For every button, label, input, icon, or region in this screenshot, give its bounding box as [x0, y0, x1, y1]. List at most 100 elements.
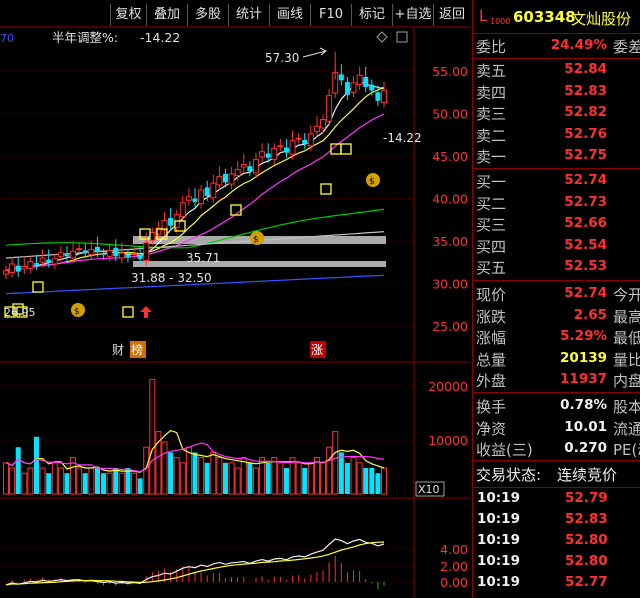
- volume-bar: [240, 457, 247, 495]
- statistics-button[interactable]: 统计: [228, 4, 269, 26]
- fundamental-label: 换手: [476, 398, 507, 416]
- volume-bar: [222, 462, 228, 494]
- overlay-button[interactable]: 叠加: [146, 4, 187, 26]
- bid-row: 买一 52.74: [473, 171, 640, 192]
- kline-chart[interactable]: 55.00 50.00 45.00 40.00 35.00 30.00 25.00 20000…: [0, 0, 470, 598]
- stat-label: 外盘: [476, 372, 507, 390]
- volume-bar: [234, 467, 241, 495]
- volume-bar: [27, 467, 34, 495]
- bid-price: 52.54: [564, 236, 607, 253]
- volume-bar: [307, 462, 314, 495]
- high-marker-arrow: [302, 47, 327, 58]
- ask-price: 52.76: [564, 125, 607, 142]
- candle-body: [185, 196, 192, 201]
- candle-body: [27, 260, 34, 269]
- stat-extra: 最低: [613, 329, 640, 347]
- back-button[interactable]: 返回: [433, 4, 470, 26]
- trade-status-label: 交易状态:: [476, 466, 542, 484]
- stat-label: 涨跌: [476, 307, 507, 326]
- stat-row: 涨幅 5.29% 最低: [473, 327, 640, 348]
- bid-price: 52.66: [564, 215, 607, 231]
- candle-body: [234, 169, 241, 177]
- candle-body: [375, 92, 381, 101]
- fundamental-row: 净资 10.01 流通: [473, 418, 640, 439]
- candle-body: [82, 250, 88, 253]
- signal-square: [320, 183, 332, 195]
- volume-bar: [252, 467, 259, 495]
- candle-body: [252, 158, 259, 174]
- mark-button[interactable]: 标记: [351, 4, 392, 26]
- fundamental-row: 换手 0.78% 股本: [473, 396, 640, 417]
- trade-status-value: 连续竞价: [557, 466, 618, 484]
- volume-bar: [228, 462, 235, 495]
- ask-label: 卖一: [476, 148, 507, 166]
- candle-body: [228, 173, 235, 185]
- quote-panel: L 1000 603348 文灿股份 委比 24.49% 委差 卖五 52.84 卖…: [472, 0, 640, 598]
- candle-body: [33, 263, 39, 265]
- money-bag-icon: $: [366, 173, 380, 187]
- event-tag-list[interactable]: 榜: [131, 342, 143, 357]
- tick-row: 10:19 52.79: [473, 490, 640, 510]
- signal-square: [122, 306, 134, 318]
- volume-bar: [161, 441, 168, 495]
- volume-bar: [15, 447, 21, 494]
- ask-row: 卖四 52.83: [473, 82, 640, 103]
- volume-unit: X10: [418, 483, 440, 496]
- y-axis-labels: 55.00 50.00 45.00 40.00 35.00 30.00 25.00 20000…: [428, 64, 468, 590]
- diamond-icon[interactable]: [376, 31, 388, 43]
- event-tag-finance[interactable]: 财: [112, 343, 124, 357]
- candle-body: [338, 74, 344, 81]
- indicator-label: 半年调整%:: [52, 30, 118, 45]
- candle-body: [88, 249, 95, 256]
- add-watchlist-button[interactable]: +自选: [392, 4, 433, 26]
- tick-row: 10:19 52.77: [473, 574, 640, 594]
- fundamental-row: 收益(三) 0.270 PE(动): [473, 439, 640, 460]
- candle-body: [363, 76, 369, 88]
- macd-indicator: [5, 538, 385, 590]
- candle-body: [131, 253, 138, 256]
- candle-body: [70, 250, 77, 259]
- stat-value: 52.74: [564, 285, 607, 301]
- stat-extra: 量比: [613, 350, 640, 369]
- grid-lines: [0, 70, 414, 583]
- stat-value: 20139: [560, 349, 607, 366]
- fundamental-label: 净资: [476, 419, 507, 438]
- candle-body: [381, 89, 387, 103]
- volume-bar: [173, 457, 180, 495]
- panel-header: L 1000 603348 文灿股份: [473, 0, 640, 34]
- trade-status-row: 交易状态: 连续竞价: [473, 464, 640, 485]
- volume-bar: [283, 468, 289, 494]
- f10-button[interactable]: F10: [310, 4, 351, 26]
- draw-line-button[interactable]: 画线: [269, 4, 310, 26]
- tick-price: 52.80: [565, 532, 608, 548]
- ask-row: 卖一 52.75: [473, 146, 640, 167]
- volume-bar: [363, 468, 369, 494]
- candle-body: [313, 125, 320, 132]
- bid-label: 买四: [476, 237, 507, 256]
- stat-value: 2.65: [573, 306, 607, 323]
- volume-bar: [204, 462, 210, 494]
- volume-bar: [76, 467, 83, 495]
- multi-stock-button[interactable]: 多股: [187, 4, 228, 26]
- ask-price: 52.83: [564, 82, 607, 99]
- candle-body: [356, 74, 363, 86]
- volume-bar: [198, 457, 205, 495]
- event-tag-rise[interactable]: 涨: [311, 342, 323, 357]
- tick-row: 10:19 52.80: [473, 532, 640, 552]
- fundamental-value: 10.01: [564, 418, 607, 435]
- volume-bar: [320, 462, 327, 495]
- candle-body: [94, 246, 100, 253]
- candle-body: [21, 266, 28, 270]
- bid-label: 买三: [476, 216, 507, 234]
- candle-body: [15, 265, 21, 272]
- candle-body: [369, 84, 375, 91]
- level-prefix: L: [479, 7, 488, 25]
- bid-label: 买二: [476, 194, 507, 213]
- fuquan-button[interactable]: 复权: [110, 4, 146, 26]
- up-arrow-icon: [140, 306, 152, 318]
- volume-tick: 10000: [428, 433, 468, 448]
- window-icon[interactable]: [396, 31, 408, 43]
- signal-square: [32, 281, 44, 293]
- volume-bar: [101, 473, 107, 494]
- candle-body: [168, 218, 174, 226]
